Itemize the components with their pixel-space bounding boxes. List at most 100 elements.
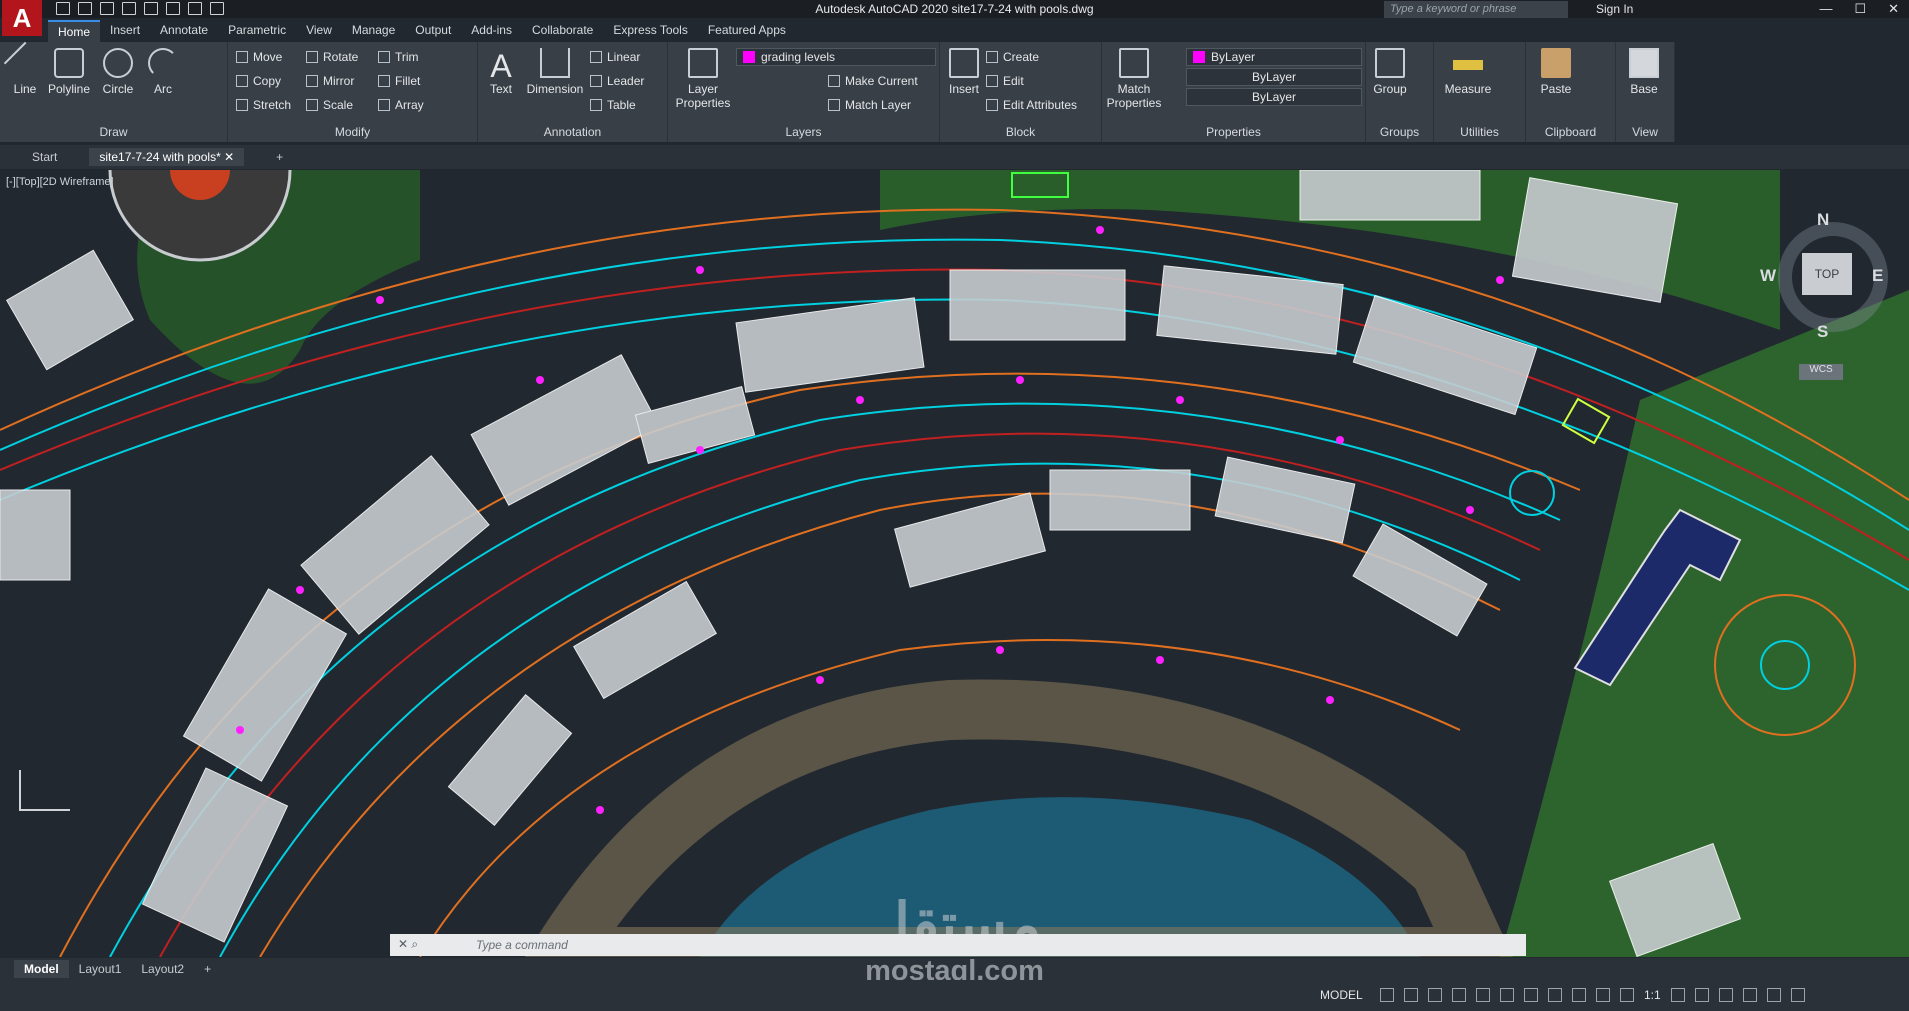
wcs-menu[interactable]: WCS (1799, 364, 1843, 380)
model-space-button[interactable]: MODEL (1320, 988, 1363, 1002)
block-panel-label[interactable]: Block (940, 125, 1101, 139)
match-properties-button[interactable]: Match Properties (1104, 48, 1164, 110)
polar-icon[interactable] (1452, 988, 1466, 1002)
linear-button[interactable]: Linear (590, 50, 640, 64)
leader-button[interactable]: Leader (590, 74, 644, 88)
ortho-icon[interactable] (1428, 988, 1442, 1002)
tab-add-ins[interactable]: Add-ins (461, 20, 522, 42)
dimension-button[interactable]: Dimension (524, 48, 586, 96)
otrack-icon[interactable] (1500, 988, 1514, 1002)
osnap-icon[interactable] (1476, 988, 1490, 1002)
match-layer-button[interactable]: Match Layer (828, 98, 911, 112)
isolate-objects-icon[interactable] (1718, 988, 1733, 1002)
annotation-panel-label[interactable]: Annotation (478, 125, 667, 139)
circle-button[interactable]: Circle (98, 48, 138, 96)
maximize-icon[interactable]: ☐ (1854, 1, 1866, 17)
grid-icon[interactable] (1380, 988, 1394, 1002)
rotate-button[interactable]: Rotate (306, 50, 358, 64)
lineweight-dropdown[interactable]: ByLayer (1186, 88, 1362, 106)
tab-collaborate[interactable]: Collaborate (522, 20, 603, 42)
measure-button[interactable]: Measure (1438, 48, 1498, 96)
trim-button[interactable]: Trim (378, 50, 419, 64)
group-button[interactable]: Group (1370, 48, 1410, 96)
tab-annotate[interactable]: Annotate (150, 20, 218, 42)
arc-button[interactable]: Arc (146, 48, 180, 96)
mirror-button[interactable]: Mirror (306, 74, 354, 88)
layers-panel-label[interactable]: Layers (668, 125, 939, 139)
fillet-button[interactable]: Fillet (378, 74, 420, 88)
viewport-label[interactable]: [-][Top][2D Wireframe] (6, 176, 114, 188)
layer-properties-button[interactable]: Layer Properties (672, 48, 734, 110)
color-dropdown[interactable]: ByLayer (1186, 48, 1362, 66)
viewcube-north[interactable]: N (1817, 210, 1829, 230)
paste-icon (1541, 48, 1571, 78)
annotation-scale[interactable]: 1:1 (1644, 988, 1661, 1002)
customization-menu-icon[interactable] (1790, 988, 1805, 1002)
close-icon[interactable]: ✕ (1888, 1, 1899, 17)
lineweight-icon[interactable] (1524, 988, 1538, 1002)
tab-parametric[interactable]: Parametric (218, 20, 296, 42)
scale-button[interactable]: Scale (306, 98, 353, 112)
stretch-button[interactable]: Stretch (236, 98, 291, 112)
polyline-button[interactable]: Polyline (46, 48, 92, 96)
tab-drawing[interactable]: site17-7-24 with pools* ✕ (89, 148, 245, 166)
make-current-button[interactable]: Make Current (828, 74, 918, 88)
search-input[interactable]: Type a keyword or phrase (1384, 1, 1568, 18)
modify-panel-label[interactable]: Modify (228, 125, 477, 139)
tab-home[interactable]: Home (48, 20, 101, 42)
table-button[interactable]: Table (590, 98, 636, 112)
selection-cycling-icon[interactable] (1572, 988, 1586, 1002)
edit-attributes-button[interactable]: Edit Attributes (986, 98, 1077, 112)
create-block-button[interactable]: Create (986, 50, 1039, 64)
edit-block-button[interactable]: Edit (986, 74, 1024, 88)
status-toggles: 1:1 (1380, 988, 1805, 1002)
clean-screen-icon[interactable] (1766, 988, 1781, 1002)
annotation-visibility-icon[interactable] (1596, 988, 1610, 1002)
properties-panel-label[interactable]: Properties (1102, 125, 1365, 139)
close-tab-icon[interactable]: ✕ (224, 150, 234, 164)
paste-button[interactable]: Paste (1536, 48, 1576, 96)
tab-express-tools[interactable]: Express Tools (603, 20, 697, 42)
new-tab-icon[interactable]: + (266, 148, 293, 166)
viewcube-top-face[interactable]: TOP (1802, 253, 1852, 295)
viewcube-west[interactable]: W (1760, 266, 1776, 286)
auto-scale-icon[interactable] (1620, 988, 1634, 1002)
command-input[interactable]: Type a command (390, 934, 1526, 956)
array-button[interactable]: Array (378, 98, 424, 112)
customize-command-icon[interactable]: ⌕ (411, 937, 418, 951)
sign-in-button[interactable]: Sign In (1596, 2, 1633, 16)
make-current-icon (828, 75, 840, 87)
groups-panel-label[interactable]: Groups (1366, 125, 1433, 139)
document-tabs: Start site17-7-24 with pools* ✕ + (0, 145, 1909, 169)
tab-manage[interactable]: Manage (342, 20, 405, 42)
tab-output[interactable]: Output (405, 20, 461, 42)
workspace-gear-icon[interactable] (1670, 988, 1685, 1002)
insert-button[interactable]: Insert (944, 48, 984, 96)
base-button[interactable]: Base (1624, 48, 1664, 96)
move-button[interactable]: Move (236, 50, 282, 64)
utilities-panel-label[interactable]: Utilities (1434, 125, 1525, 139)
line-button[interactable]: Line (3, 41, 47, 96)
properties-panel: Match Properties ByLayer ByLayer ByLayer… (1102, 42, 1366, 142)
viewcube-south[interactable]: S (1817, 322, 1828, 342)
layer-dropdown[interactable]: grading levels (736, 48, 936, 66)
viewcube-east[interactable]: E (1872, 266, 1883, 286)
tab-view[interactable]: View (296, 20, 342, 42)
tab-insert[interactable]: Insert (100, 20, 150, 42)
fillet-icon (378, 75, 390, 87)
view-panel-label[interactable]: View (1616, 125, 1674, 139)
annotation-monitor-icon[interactable] (1694, 988, 1709, 1002)
hardware-acceleration-icon[interactable] (1742, 988, 1757, 1002)
clipboard-panel-label[interactable]: Clipboard (1526, 125, 1615, 139)
transparency-icon[interactable] (1548, 988, 1562, 1002)
copy-button[interactable]: Copy (236, 74, 281, 88)
close-command-icon[interactable]: ✕ (398, 937, 408, 951)
snap-icon[interactable] (1404, 988, 1418, 1002)
draw-panel-label[interactable]: Draw (0, 125, 227, 139)
drawing-canvas[interactable]: [-][Top][2D Wireframe] (0, 170, 1909, 957)
text-button[interactable]: A Text (484, 48, 518, 96)
tab-start[interactable]: Start (22, 148, 67, 166)
linetype-dropdown[interactable]: ByLayer (1186, 68, 1362, 86)
minimize-icon[interactable]: — (1819, 1, 1832, 17)
tab-featured-apps[interactable]: Featured Apps (698, 20, 796, 42)
